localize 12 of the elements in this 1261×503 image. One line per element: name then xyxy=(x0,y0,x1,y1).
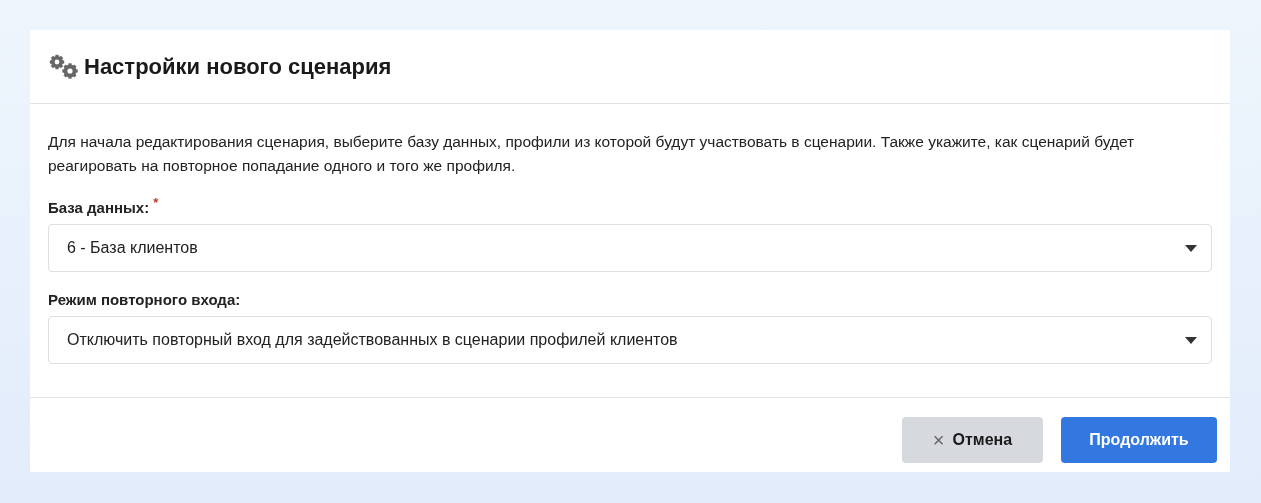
cancel-button[interactable]: × Отмена xyxy=(902,417,1043,463)
gears-icon xyxy=(48,53,80,80)
field-label: База данных: xyxy=(48,199,150,216)
dialog-title: Настройки нового сценария xyxy=(84,53,392,80)
select-field[interactable]: Отключить повторный вход для задействованных в сценарии профилей клиентов xyxy=(48,316,1212,364)
field-label: Режим повторного входа: xyxy=(48,291,241,308)
required-mark: * xyxy=(153,195,159,212)
continue-button[interactable]: Продолжить xyxy=(1061,417,1217,463)
description-text: Для начала редактирования сценария, выберите базу данных, профили из которой будут участвовать в сценарии. Также укажите, как сценарий будет реагировать на повторное попадание одного и того же профиля. xyxy=(48,132,1136,176)
caret-icon xyxy=(1185,336,1197,344)
select-field[interactable]: 6 - База клиентов xyxy=(48,224,1212,272)
caret-icon xyxy=(1185,244,1197,252)
